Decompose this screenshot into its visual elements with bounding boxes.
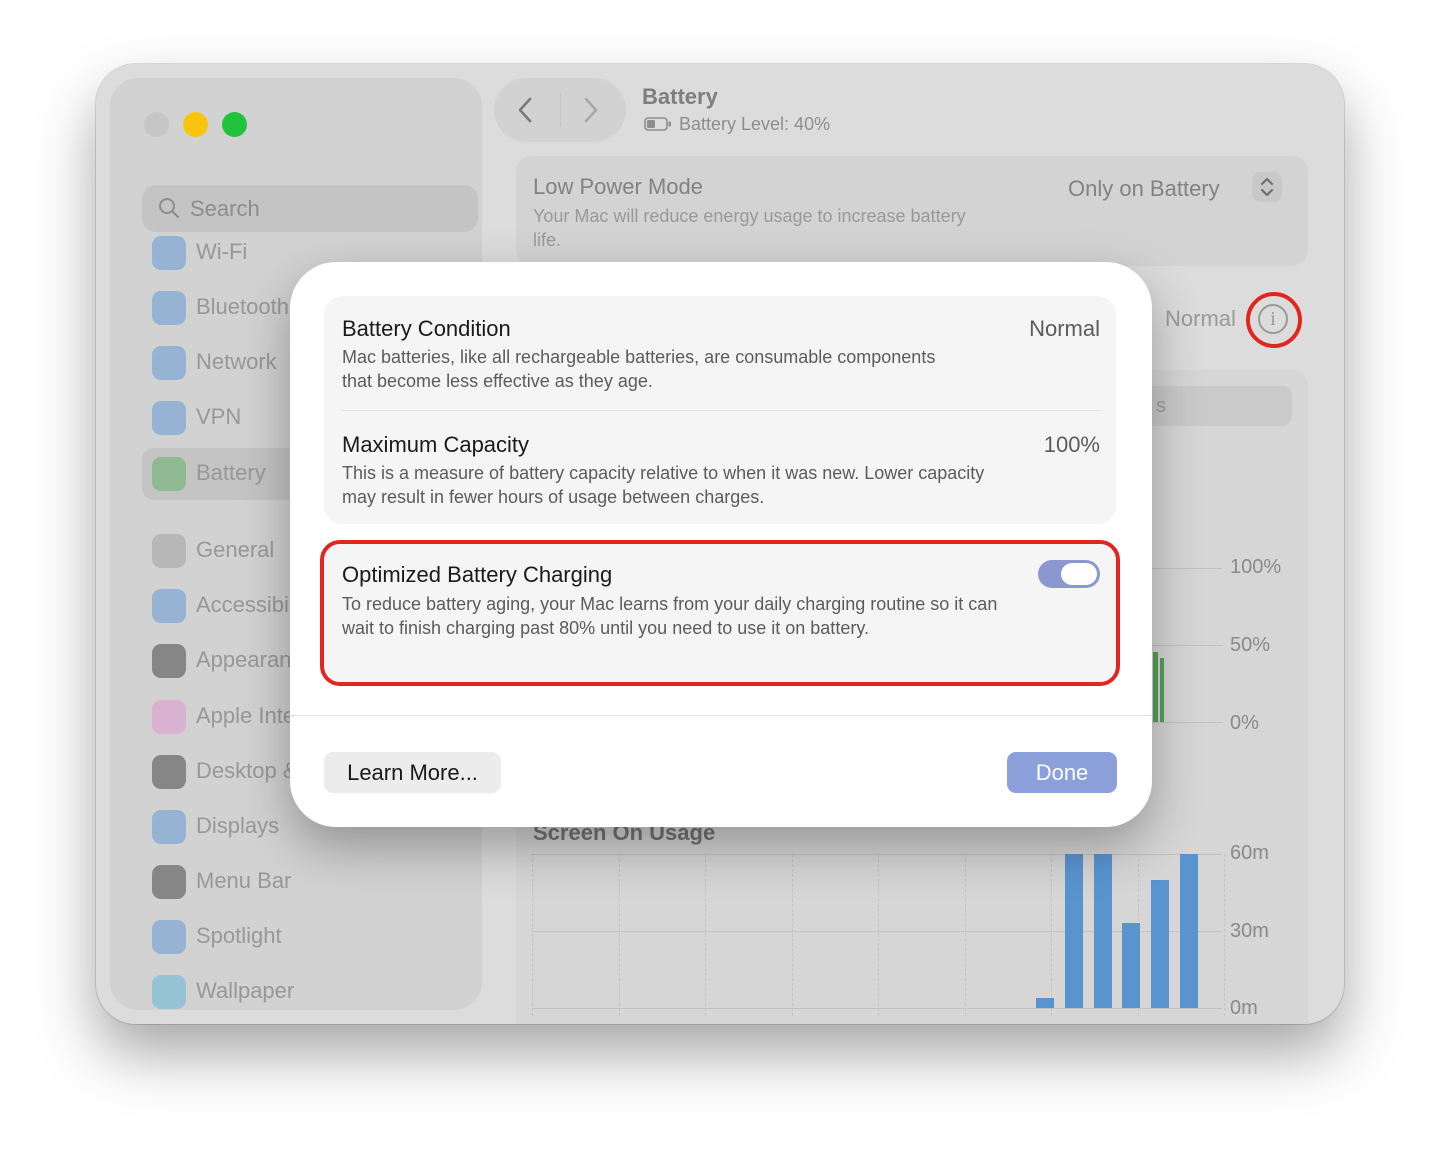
minimize-button[interactable] <box>183 112 208 137</box>
search-field[interactable]: Search <box>142 185 478 232</box>
sidebar-item-label: Network <box>196 349 277 374</box>
sidebar-item-label: VPN <box>196 404 242 429</box>
sidebar-item-label: Apple Inte <box>196 703 296 728</box>
battery-icon <box>152 457 186 491</box>
accessibility-icon <box>152 589 186 623</box>
updown-chevron-icon <box>1260 177 1274 197</box>
bluetooth-icon <box>152 291 186 325</box>
usage-day-separator <box>618 854 620 1016</box>
usage-gridline <box>532 854 1222 855</box>
usage-gridline <box>532 1008 1222 1009</box>
usage-day-separator <box>964 854 966 1016</box>
page-title: Battery <box>642 84 718 109</box>
usage-axis-tick: 0m <box>1230 997 1258 1019</box>
maximum-capacity-value: 100% <box>1043 432 1100 457</box>
sidebar-item-label: Wallpaper <box>196 978 295 1003</box>
optimized-charging-highlight <box>320 540 1120 686</box>
usage-day-separator <box>1224 854 1225 1016</box>
learn-more-button[interactable]: Learn More... <box>324 752 501 793</box>
info-highlight-ring <box>1246 292 1302 348</box>
search-icon <box>159 198 180 219</box>
menubar-icon <box>152 865 186 899</box>
sidebar-item-label: Menu Bar <box>196 868 292 893</box>
sidebar-item-wallpaper[interactable]: Wallpaper <box>142 966 478 1018</box>
flower-icon <box>152 975 186 1009</box>
battery-level-icon <box>644 117 671 131</box>
globe-icon <box>152 346 186 380</box>
forward-chevron-icon[interactable] <box>580 96 600 124</box>
sidebar-item-label: Spotlight <box>196 923 282 948</box>
usage-axis-tick: 30m <box>1230 920 1269 942</box>
low-power-title: Low Power Mode <box>533 174 703 199</box>
usage-bar <box>1036 997 1055 1008</box>
usage-bar <box>1122 923 1141 1008</box>
sidebar-item-label: Bluetooth <box>196 294 289 319</box>
close-button[interactable] <box>144 112 169 137</box>
charge-bar <box>1153 652 1158 722</box>
battery-condition-description: Mac batteries, like all rechargeable bat… <box>342 347 936 391</box>
back-chevron-icon[interactable] <box>516 96 536 124</box>
sidebar-item-label: General <box>196 537 275 562</box>
low-power-value[interactable]: Only on Battery <box>1068 176 1220 202</box>
low-power-popup-button[interactable] <box>1252 172 1282 202</box>
charge-bar <box>1160 658 1164 722</box>
sidebar-item-label: Desktop & <box>196 758 298 783</box>
usage-bar <box>1064 854 1083 1008</box>
battery-axis-tick: 50% <box>1230 634 1271 656</box>
group-divider <box>342 410 1100 411</box>
usage-gridline <box>532 931 1222 932</box>
usage-axis-tick: 60m <box>1230 842 1269 864</box>
search-placeholder: Search <box>190 196 260 221</box>
battery-level-label: Battery Level: 40% <box>679 114 831 134</box>
done-button[interactable]: Done <box>1007 752 1117 793</box>
battery-condition-title: Battery Condition <box>342 316 511 341</box>
maximum-capacity-description: This is a measure of battery capacity re… <box>342 463 985 507</box>
usage-bar <box>1179 854 1198 1008</box>
maximum-capacity-title: Maximum Capacity <box>342 432 530 457</box>
battery-health-value: Normal <box>1165 306 1236 331</box>
apple-intelligence-icon <box>152 700 186 734</box>
sidebar-item-label: Appearanc <box>196 647 303 672</box>
segment-label-partial: s <box>1156 395 1166 417</box>
battery-axis-tick: 100% <box>1230 556 1282 578</box>
sun-icon <box>152 810 186 844</box>
footer-divider <box>290 715 1152 716</box>
battery-health-sheet: Battery Condition Normal Mac batteries, … <box>290 262 1152 827</box>
usage-day-separator <box>878 854 879 1016</box>
appearance-icon <box>152 644 186 678</box>
sidebar-item-menu-bar[interactable]: Menu Bar <box>142 856 478 908</box>
usage-day-separator <box>1051 854 1052 1016</box>
zoom-button[interactable] <box>222 112 247 137</box>
usage-bar <box>1151 879 1170 1008</box>
nav-separator <box>560 94 561 126</box>
sidebar-item-label: Battery <box>196 460 266 485</box>
desktop-icon <box>152 755 186 789</box>
usage-day-separator <box>791 854 793 1016</box>
usage-bar <box>1093 854 1112 1008</box>
navigation-buttons <box>494 78 626 142</box>
globe-icon <box>152 401 186 435</box>
sidebar-item-spotlight[interactable]: Spotlight <box>142 911 478 963</box>
sidebar-item-label: Wi-Fi <box>196 239 248 264</box>
time-range-segment[interactable]: s <box>1136 386 1292 426</box>
battery-axis-tick: 0% <box>1230 712 1259 734</box>
sidebar-item-label: Accessibili <box>196 592 299 617</box>
battery-condition-value: Normal <box>1029 316 1100 341</box>
sidebar-item-label: Displays <box>196 813 280 838</box>
gear-icon <box>152 534 186 568</box>
low-power-description: Your Mac will reduce energy usage to inc… <box>533 206 966 250</box>
usage-day-separator <box>532 854 533 1016</box>
wifi-icon <box>152 236 186 270</box>
magnifier-icon <box>152 920 186 954</box>
usage-day-separator <box>705 854 706 1016</box>
